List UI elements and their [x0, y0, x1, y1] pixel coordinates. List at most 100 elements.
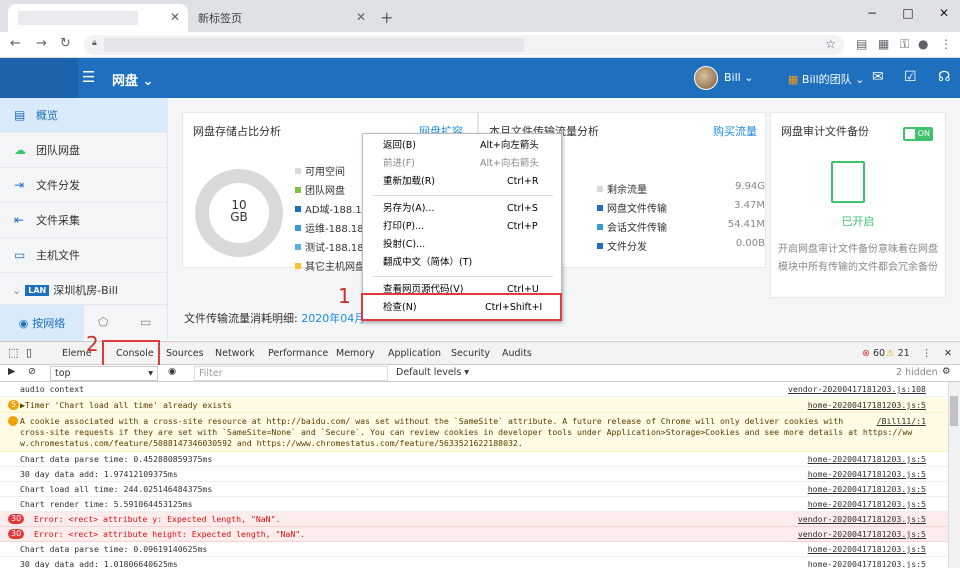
close-tab-icon[interactable]: ✕ [356, 10, 366, 24]
tab-application[interactable]: Application [388, 348, 441, 359]
menu-item-back[interactable]: 返回(B) Alt+向左箭头 [363, 138, 561, 154]
app-header: ☰ 网盘 ⌄ Bill ⌄ ▦ Bill的团队 ⌄ ✉ ☑ ☊ [0, 58, 960, 98]
user-menu[interactable]: Bill ⌄ [724, 71, 753, 84]
menu-item-translate[interactable]: 翻成中文（简体）(T) [363, 255, 561, 271]
avatar[interactable] [694, 66, 718, 90]
back-arrow-icon[interactable]: ← [10, 36, 21, 51]
console-scrollbar-thumb[interactable] [950, 396, 958, 426]
eye-icon[interactable]: ◉ [168, 366, 176, 377]
sidebar-item-collect[interactable]: ⇤ 文件采集 [0, 203, 168, 238]
tab-memory[interactable]: Memory [336, 348, 375, 359]
legend-item: 团队网盘 [295, 182, 345, 197]
console-line: 30 day data add: 1.01806640625ms home-202… [0, 557, 948, 568]
audit-toggle[interactable]: ON [903, 127, 933, 141]
menu-item-forward[interactable]: 前进(F) Alt+向右箭头 [363, 156, 561, 172]
shield-document-icon [831, 161, 865, 203]
forward-arrow-icon[interactable]: → [36, 36, 47, 51]
tab-network[interactable]: Network [215, 348, 255, 359]
console-line: audio context vendor-20200417181203.js:10… [0, 382, 948, 397]
minimize-button[interactable]: − [862, 6, 882, 20]
step-1-label: 1 [338, 284, 351, 308]
close-devtools-icon[interactable]: ✕ [944, 348, 952, 359]
clear-console-icon[interactable]: ⊘ [28, 366, 36, 377]
devtools-menu-icon[interactable]: ⋮ [922, 348, 932, 359]
support-icon[interactable]: ☊ [938, 69, 950, 85]
collect-icon: ⇤ [14, 213, 25, 227]
translate-icon[interactable]: ▦ [878, 37, 889, 51]
app-logo [0, 58, 78, 98]
tab-title-redacted [18, 11, 138, 25]
message-icon[interactable]: ✉ [872, 69, 884, 85]
menu-dots-icon[interactable]: ⋮ [940, 37, 952, 51]
extension-icon[interactable]: ▤ [856, 37, 867, 51]
traffic-row: 剩余流量 9.94G [597, 181, 765, 196]
close-tab-icon[interactable]: ✕ [170, 10, 180, 24]
hamburger-icon[interactable]: ☰ [82, 68, 95, 86]
browser-tab-active[interactable]: ✕ [8, 4, 188, 32]
lan-group[interactable]: ⌄ LAN 深圳机房-Bill [12, 282, 118, 298]
profile-icon[interactable]: ● [918, 37, 928, 51]
tab-title: 新标签页 [198, 12, 242, 25]
tab-by-network[interactable]: ◉ 按网络 [0, 305, 84, 341]
tab-performance[interactable]: Performance [268, 348, 328, 359]
sidebar-toggle-icon[interactable]: ▶ [8, 366, 15, 377]
audit-status: 已开启 [841, 215, 875, 228]
console-warning: 5 ▶Timer 'Chart load all time' already ex… [0, 398, 948, 413]
device-toolbar-icon[interactable]: ▯ [26, 346, 32, 359]
new-tab-button[interactable]: + [380, 8, 393, 27]
inspect-element-icon[interactable]: ⬚ [8, 346, 18, 359]
address-bar[interactable]: 🔒︎ ☆ [84, 35, 844, 55]
app-title[interactable]: 网盘 ⌄ [112, 70, 153, 89]
sidebar-item-team-disk[interactable]: ☁ 团队网盘 [0, 133, 168, 168]
tab-sources[interactable]: Sources [166, 348, 204, 359]
sidebar-item-distribute[interactable]: ⇥ 文件分发 [0, 168, 168, 203]
buy-traffic-link[interactable]: 购买流量 [713, 123, 757, 139]
chevron-down-icon: ⌄ [12, 283, 22, 297]
repeat-badge: 30 [8, 529, 25, 539]
console-line: Chart render time: 5.591064453125ms home-… [0, 497, 948, 512]
console-line: 30 day data add: 1.97412109375ms home-202… [0, 467, 948, 482]
log-levels-dropdown[interactable]: Default levels ▾ [396, 367, 469, 378]
console-output: audio context vendor-20200417181203.js:10… [0, 382, 948, 568]
menu-item-reload[interactable]: 重新加载(R) Ctrl+R [363, 174, 561, 190]
team-menu[interactable]: ▦ Bill的团队 ⌄ [788, 71, 864, 87]
tab-security[interactable]: Security [451, 348, 490, 359]
console-line: Chart data parse time: 0.452880859375ms h… [0, 452, 948, 467]
console-highlight-box [102, 340, 160, 368]
console-error: 30 Error: <rect> attribute y: Expected le… [0, 512, 948, 527]
close-window-button[interactable]: ✕ [934, 6, 954, 20]
console-line: Chart load all time: 244.025146484375ms h… [0, 482, 948, 497]
sidebar-item-overview[interactable]: ▤ 概览 [0, 98, 168, 133]
tab-audits[interactable]: Audits [502, 348, 532, 359]
task-icon[interactable]: ☑ [904, 69, 917, 85]
main-content: 网盘存储占比分析 网盘扩容 10 GB 可用空间 团队网盘 AD域-188.188… [168, 98, 960, 340]
warning-count[interactable]: ⚠ 21 [886, 348, 910, 359]
legend-item: 其它主机网盘 [295, 258, 365, 273]
storage-title: 网盘存储占比分析 [193, 125, 281, 138]
step-2-label: 2 [86, 332, 99, 356]
inspect-highlight-box [361, 293, 562, 321]
tag-icon[interactable]: ⬠ [98, 315, 108, 329]
menu-item-cast[interactable]: 投射(C)... [363, 237, 561, 253]
browser-toolbar: ← → ↻ 🔒︎ ☆ ▤ ▦ ⚿ ● ⋮ [0, 32, 960, 58]
hidden-count: 2 hidden [896, 367, 938, 378]
month-selector[interactable]: 2020年04月 [301, 312, 365, 325]
error-count[interactable]: ⊗ 60 [862, 348, 885, 359]
warning-icon [8, 416, 18, 426]
key-icon[interactable]: ⚿ [900, 37, 909, 52]
browser-tab-newtab[interactable]: 新标签页 ✕ [188, 4, 374, 32]
menu-item-print[interactable]: 打印(P)... Ctrl+P [363, 219, 561, 235]
folder-icon[interactable]: ▭ [140, 315, 151, 329]
context-selector[interactable]: top ▾ [50, 366, 158, 381]
maximize-button[interactable]: □ [898, 6, 918, 20]
sidebar-item-host-files[interactable]: ▭ 主机文件 [0, 238, 168, 273]
url-redacted [104, 38, 524, 52]
console-line: Chart data parse time: 0.09619140625ms ho… [0, 542, 948, 557]
sidebar: ▤ 概览 ☁ 团队网盘 ⇥ 文件分发 ⇤ 文件采集 ▭ 主机文件 ⌄ LAN 深圳机房-Bil… [0, 98, 168, 341]
console-error: 30 Error: <rect> attribute height: Expect… [0, 527, 948, 542]
console-settings-icon[interactable]: ⚙ [942, 366, 951, 377]
console-filter-input[interactable]: Filter [194, 366, 388, 381]
menu-item-save-as[interactable]: 另存为(A)... Ctrl+S [363, 201, 561, 217]
reload-icon[interactable]: ↻ [60, 36, 71, 51]
star-icon[interactable]: ☆ [825, 37, 836, 51]
